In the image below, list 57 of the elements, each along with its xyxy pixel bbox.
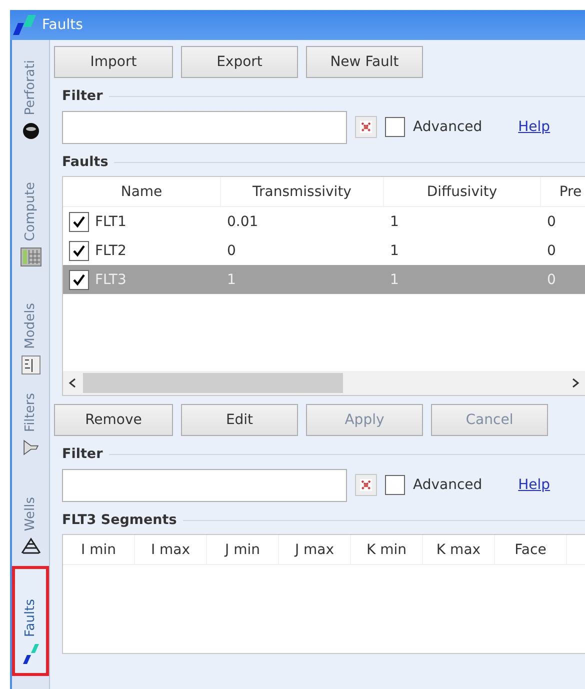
column-header[interactable]: Name — [63, 177, 221, 206]
clear-filter-button[interactable] — [355, 116, 377, 138]
column-header[interactable]: J min — [207, 535, 279, 564]
table-cell: FLT2 — [95, 242, 126, 258]
window-title: Faults — [42, 17, 83, 33]
row-checkbox[interactable] — [69, 212, 89, 232]
fault-blocks-icon — [20, 643, 40, 665]
column-header[interactable]: I max — [135, 535, 207, 564]
table-cell: 0 — [227, 242, 236, 258]
advanced-checkbox[interactable] — [385, 475, 405, 495]
cross-icon — [359, 478, 373, 492]
help-link[interactable]: Help — [518, 119, 550, 135]
filter-input[interactable] — [62, 110, 347, 144]
table-cell: 0 — [547, 242, 556, 258]
table-cell: 0.01 — [227, 214, 258, 230]
clear-filter-button[interactable] — [355, 474, 377, 496]
faults-label: Faults — [62, 154, 108, 170]
side-tab[interactable]: Faults — [12, 566, 49, 676]
row-checkbox[interactable] — [69, 240, 89, 260]
row-checkbox[interactable] — [69, 270, 89, 290]
column-header[interactable]: K max — [423, 535, 495, 564]
filter-label: Filter — [62, 88, 103, 104]
grid-icon — [20, 247, 42, 267]
toolbar-button[interactable]: New Fault — [306, 46, 423, 78]
column-header[interactable]: Face — [495, 535, 567, 564]
table-cell: 0 — [547, 272, 556, 288]
column-header[interactable]: K min — [351, 535, 423, 564]
action-button[interactable]: Edit — [181, 404, 298, 436]
help-link[interactable]: Help — [518, 477, 550, 493]
funnel-icon — [20, 437, 40, 458]
horizontal-scrollbar[interactable] — [63, 371, 585, 395]
table-cell: FLT3 — [95, 272, 126, 288]
segments-label: FLT3 Segments — [62, 512, 177, 528]
toolbar-button[interactable]: Import — [54, 46, 173, 78]
advanced-checkbox[interactable] — [385, 117, 405, 137]
column-header[interactable]: J max — [279, 535, 351, 564]
toolbar-button[interactable]: Export — [181, 46, 298, 78]
advanced-label: Advanced — [413, 477, 482, 493]
table-cell: FLT1 — [95, 214, 126, 230]
column-header[interactable]: I min — [63, 535, 135, 564]
column-header[interactable]: Diffusivity — [384, 177, 541, 206]
filter-label: Filter — [62, 446, 103, 462]
table-icon — [20, 355, 40, 375]
table-cell: 1 — [390, 242, 399, 258]
table-cell: 0 — [547, 214, 556, 230]
filter-input[interactable] — [62, 468, 347, 502]
derrick-icon — [20, 537, 42, 555]
column-header[interactable]: Pre — [541, 177, 585, 206]
table-cell: 1 — [390, 214, 399, 230]
table-cell: 1 — [390, 272, 399, 288]
table-cell: 1 — [227, 272, 236, 288]
action-button[interactable]: Remove — [54, 404, 173, 436]
fault-blocks-icon — [12, 14, 38, 36]
column-header[interactable]: Transmissivity — [221, 177, 384, 206]
cross-icon — [359, 120, 373, 134]
advanced-label: Advanced — [413, 119, 482, 135]
sphere-icon — [20, 121, 40, 141]
